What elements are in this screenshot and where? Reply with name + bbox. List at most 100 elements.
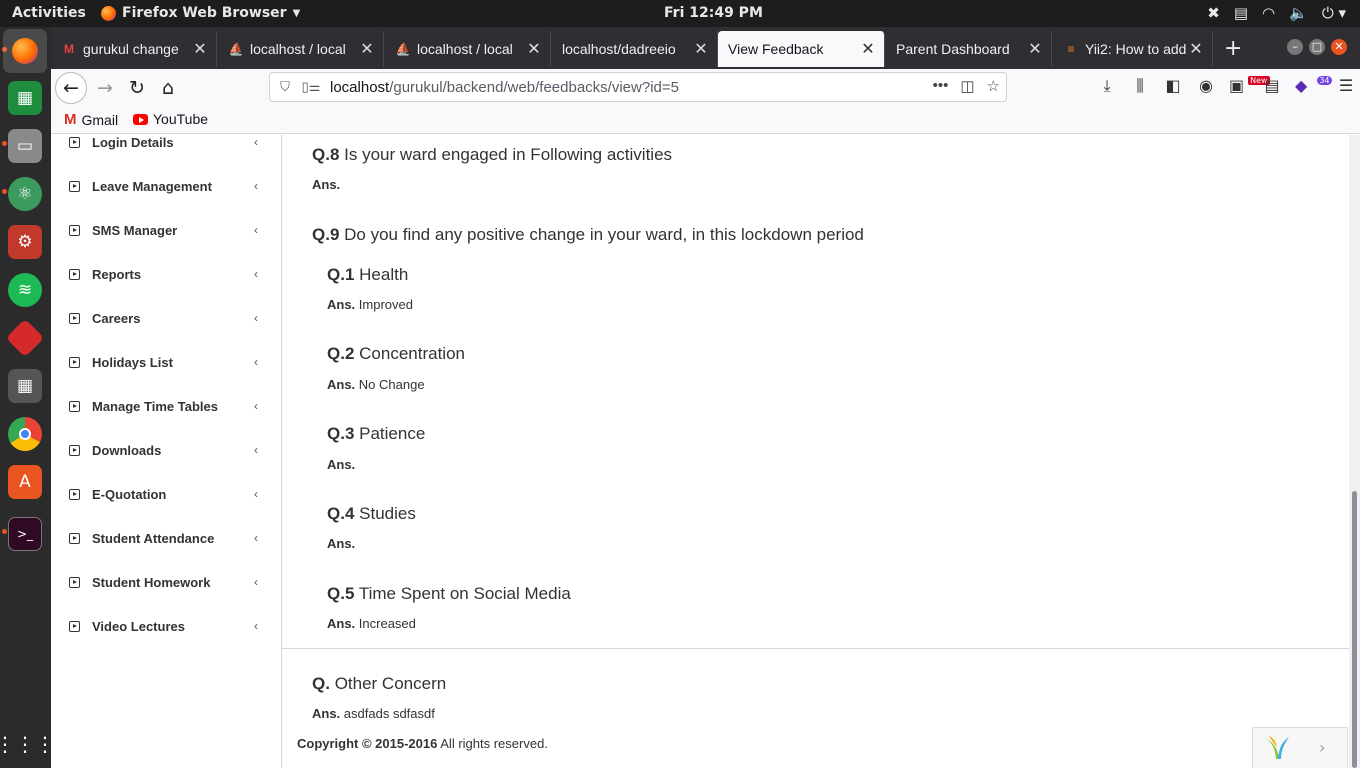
- bookmark-youtube[interactable]: YouTube: [133, 111, 208, 127]
- settings-icon[interactable]: ⚙: [8, 225, 42, 259]
- activities-button[interactable]: Activities: [12, 5, 86, 21]
- firefox-launcher[interactable]: [3, 29, 47, 73]
- sidebar-item-manage-time-tables[interactable]: Manage Time Tables ‹: [51, 395, 281, 417]
- sidebar-item-careers[interactable]: Careers ‹: [51, 307, 281, 329]
- maximize-button[interactable]: □: [1309, 39, 1325, 55]
- spreadsheet-icon[interactable]: ▦: [8, 81, 42, 115]
- rights-text: All rights reserved.: [440, 736, 548, 751]
- volume-icon[interactable]: 🔈: [1289, 4, 1308, 22]
- chevron-left-icon: ‹: [254, 135, 258, 149]
- extension-icon[interactable]: ✖: [1207, 4, 1220, 22]
- sub-answer-2: Ans. No Change: [327, 377, 425, 392]
- answer-label: Ans.: [327, 297, 356, 312]
- tab-gurukul[interactable]: M gurukul change ✕: [51, 31, 217, 67]
- play-square-icon: [69, 620, 80, 632]
- close-icon[interactable]: ✕: [357, 39, 377, 59]
- new-tab-button[interactable]: +: [1224, 36, 1242, 61]
- sidebar-icon[interactable]: ◧: [1163, 76, 1183, 96]
- sidebar-item-sms-manager[interactable]: SMS Manager ‹: [51, 219, 281, 241]
- tab-phpmyadmin-2[interactable]: ⛵ localhost / local ✕: [385, 31, 551, 67]
- sidebar-item-e-quotation[interactable]: E-Quotation ‹: [51, 483, 281, 505]
- sidebar-item-login-details[interactable]: Login Details ‹: [51, 135, 281, 153]
- close-icon[interactable]: ✕: [858, 39, 878, 59]
- files-icon[interactable]: ▭: [8, 129, 42, 163]
- extension-new-icon[interactable]: ▣ New: [1229, 76, 1270, 96]
- bookmark-gmail[interactable]: M Gmail: [64, 111, 118, 128]
- pocket-icon[interactable]: ◫: [960, 77, 974, 95]
- chevron-left-icon: ‹: [254, 575, 258, 589]
- question-other-concern: Q. Other Concern: [312, 674, 446, 694]
- chevron-right-icon[interactable]: ›: [1319, 738, 1325, 757]
- system-tray[interactable]: ✖ ▤ ◠ 🔈 ⏻ ▾: [1207, 4, 1346, 22]
- news-extension-icon[interactable]: ▤: [1262, 76, 1282, 96]
- app-name-label: Firefox Web Browser: [122, 5, 287, 21]
- software-center-icon[interactable]: A: [8, 465, 42, 499]
- close-window-button[interactable]: ✕: [1331, 39, 1347, 55]
- page-scrollbar[interactable]: [1349, 135, 1360, 768]
- answer-label: Ans.: [327, 536, 356, 551]
- back-button[interactable]: ←: [55, 72, 87, 104]
- app-menu[interactable]: Firefox Web Browser ▼: [101, 5, 300, 21]
- forward-button[interactable]: →: [89, 72, 121, 104]
- sidebar-item-label: E-Quotation: [92, 486, 167, 502]
- power-icon[interactable]: ⏻ ▾: [1322, 4, 1346, 22]
- address-bar[interactable]: ⛉ ▯⚌ localhost/gurukul/backend/web/feedb…: [269, 72, 1007, 102]
- running-indicator: [2, 189, 7, 194]
- account-icon[interactable]: ◉: [1196, 76, 1216, 96]
- extension-badge-icon[interactable]: ◆ 34: [1295, 76, 1332, 96]
- chevron-down-icon: ▼: [292, 7, 301, 19]
- sub-question-2: Q.2 Concentration: [327, 344, 465, 364]
- spotify-icon[interactable]: ≋: [8, 273, 42, 307]
- sidebar-item-label: Manage Time Tables: [92, 398, 218, 414]
- sidebar-item-label: Video Lectures: [92, 618, 185, 634]
- clipboard-icon[interactable]: ▤: [1234, 4, 1248, 22]
- url-path: /gurukul/backend/web/feedbacks/view?id=5: [389, 78, 679, 96]
- library-icon[interactable]: ⫼: [1130, 76, 1150, 96]
- tab-parent-dashboard[interactable]: Parent Dashboard ✕: [886, 31, 1052, 67]
- close-icon[interactable]: ✕: [524, 39, 544, 59]
- wifi-icon[interactable]: ◠: [1262, 4, 1275, 22]
- clock[interactable]: Fri 12:49 PM: [664, 5, 763, 21]
- sidebar-item-student-attendance[interactable]: Student Attendance ‹: [51, 527, 281, 549]
- tab-dadreeios[interactable]: localhost/dadreeio ✕: [552, 31, 718, 67]
- reload-button[interactable]: ↻: [121, 72, 153, 104]
- close-icon[interactable]: ✕: [1186, 39, 1206, 59]
- chevron-left-icon: ‹: [254, 179, 258, 193]
- play-square-icon: [69, 312, 80, 324]
- sidebar-item-label: Student Homework: [92, 574, 211, 590]
- tab-phpmyadmin-1[interactable]: ⛵ localhost / local ✕: [218, 31, 384, 67]
- page-actions-icon[interactable]: •••: [933, 77, 949, 95]
- youtube-icon: [133, 113, 148, 125]
- question-text: Time Spent on Social Media: [358, 584, 571, 603]
- yii-debug-toolbar[interactable]: ›: [1252, 727, 1348, 768]
- question-number: Q.3: [327, 424, 355, 443]
- atom-icon[interactable]: ⚛: [8, 177, 42, 211]
- sidebar-item-video-lectures[interactable]: Video Lectures ‹: [51, 615, 281, 637]
- close-icon[interactable]: ✕: [190, 39, 210, 59]
- scrollbar-thumb[interactable]: [1352, 491, 1357, 768]
- minimize-button[interactable]: –: [1287, 39, 1303, 55]
- sidebar-item-holidays-list[interactable]: Holidays List ‹: [51, 351, 281, 373]
- shield-icon[interactable]: ⛉: [274, 79, 296, 95]
- sidebar-item-downloads[interactable]: Downloads ‹: [51, 439, 281, 461]
- page-info-icon[interactable]: ▯⚌: [300, 79, 322, 95]
- download-icon[interactable]: ⤓: [1097, 76, 1117, 96]
- show-applications-icon[interactable]: ⋮⋮⋮: [0, 727, 55, 761]
- tab-yii2[interactable]: ≡ Yii2: How to add ✕: [1053, 31, 1213, 67]
- home-button[interactable]: ⌂: [152, 72, 184, 104]
- sidebar-item-student-homework[interactable]: Student Homework ‹: [51, 571, 281, 593]
- sidebar-item-label: Careers: [92, 310, 141, 326]
- sidebar-item-leave-management[interactable]: Leave Management ‹: [51, 175, 281, 197]
- calculator-icon[interactable]: ▦: [8, 369, 42, 403]
- chrome-icon[interactable]: [8, 417, 42, 451]
- anydesk-icon[interactable]: [5, 318, 45, 358]
- phpmyadmin-icon: ⛵: [395, 42, 411, 56]
- sidebar-item-reports[interactable]: Reports ‹: [51, 263, 281, 285]
- close-icon[interactable]: ✕: [1025, 39, 1045, 59]
- close-icon[interactable]: ✕: [691, 39, 711, 59]
- terminal-icon[interactable]: >_: [8, 517, 42, 551]
- menu-icon[interactable]: ☰: [1336, 76, 1356, 96]
- bookmark-star-icon[interactable]: ☆: [987, 77, 1000, 95]
- chevron-left-icon: ‹: [254, 355, 258, 369]
- tab-view-feedback[interactable]: View Feedback ✕: [718, 31, 885, 67]
